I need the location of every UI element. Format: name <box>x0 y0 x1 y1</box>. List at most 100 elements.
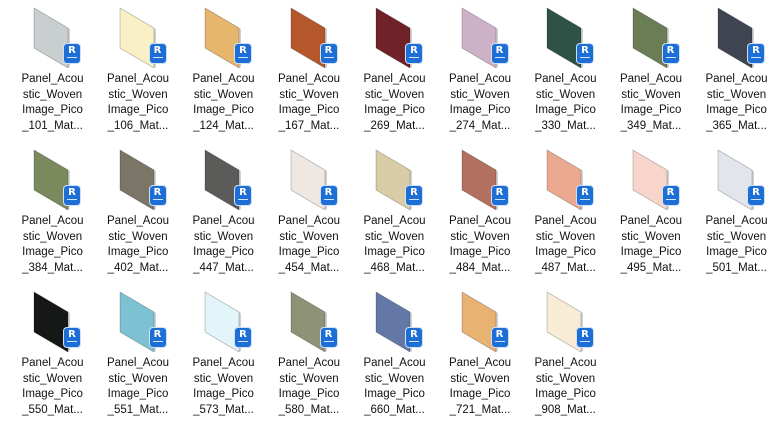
badge-letter: R <box>666 187 675 198</box>
file-name-line: stic_Woven <box>621 88 681 101</box>
file-name-line: Image_Pico <box>364 388 425 400</box>
file-name-label: Panel_Acou stic_Woven Image_Pico _908_Mat..… <box>523 356 608 418</box>
file-name-label: Panel_Acou stic_Woven Image_Pico _551_Mat..… <box>96 356 181 418</box>
badge-letter: R <box>581 329 589 340</box>
file-name-label: Panel_Acou stic_Woven Image_Pico _384_Mat..… <box>10 214 95 276</box>
file-name-line: stic_Woven <box>108 230 168 243</box>
file-name-line: _580_Mat... <box>278 403 340 416</box>
revit-file-icon: R <box>406 44 422 63</box>
file-name-line: _365_Mat... <box>706 119 767 132</box>
file-name-line: Image_Pico <box>364 104 425 116</box>
file-name-line: _167_Mat... <box>278 119 340 132</box>
revit-file-icon: R <box>577 44 593 63</box>
file-item[interactable]: R Panel_Acou stic_Woven Image_Pico _101_Mat.… <box>10 0 95 140</box>
file-name-line: Image_Pico <box>193 246 254 258</box>
file-item[interactable]: R Panel_Acou stic_Woven Image_Pico _487_Mat.… <box>523 142 608 282</box>
file-name-line: Image_Pico <box>278 104 340 116</box>
file-name-label: Panel_Acou stic_Woven Image_Pico _495_Mat..… <box>609 214 694 276</box>
file-name-line: Panel_Acou <box>21 73 84 85</box>
file-name-line: Panel_Acou <box>448 73 512 85</box>
file-name-line: stic_Woven <box>279 372 339 385</box>
badge-letter: R <box>324 45 333 56</box>
file-item[interactable]: R Panel_Acou stic_Woven Image_Pico _580_Mat.… <box>267 284 352 424</box>
file-item[interactable]: R Panel_Acou stic_Woven Image_Pico _124_Mat.… <box>181 0 266 140</box>
file-name-line: stic_Woven <box>22 372 83 385</box>
file-name-line: Panel_Acou <box>619 73 683 85</box>
file-item[interactable]: R Panel_Acou stic_Woven Image_Pico _721_Mat.… <box>438 284 523 424</box>
file-item[interactable]: R Panel_Acou stic_Woven Image_Pico _484_Mat.… <box>438 142 523 282</box>
file-item[interactable]: R Panel_Acou stic_Woven Image_Pico _660_Mat.… <box>352 284 437 424</box>
file-item[interactable]: R Panel_Acou stic_Woven Image_Pico _573_Mat.… <box>181 284 266 424</box>
file-name-line: stic_Woven <box>621 230 681 243</box>
file-name-line: stic_Woven <box>364 372 425 385</box>
file-item[interactable]: R Panel_Acou stic_Woven Image_Pico _349_Mat.… <box>609 0 694 140</box>
file-name-line: Image_Pico <box>449 104 511 116</box>
file-name-label: Panel_Acou stic_Woven Image_Pico _365_Mat..… <box>694 72 772 134</box>
badge-letter: R <box>239 187 247 198</box>
file-name-line: Image_Pico <box>706 246 767 258</box>
file-name-line: _551_Mat... <box>107 403 169 416</box>
file-item[interactable]: R Panel_Acou stic_Woven Image_Pico _384_Mat.… <box>10 142 95 282</box>
file-item[interactable]: R Panel_Acou stic_Woven Image_Pico _274_Mat.… <box>438 0 523 140</box>
revit-file-icon: R <box>64 328 80 347</box>
revit-file-icon: R <box>320 328 337 347</box>
file-name-line: Image_Pico <box>22 104 83 116</box>
file-name-line: Panel_Acou <box>363 357 426 369</box>
file-item[interactable]: R Panel_Acou stic_Woven Image_Pico _365_Mat.… <box>694 0 772 140</box>
file-name-line: _402_Mat... <box>107 261 169 274</box>
file-name-line: Panel_Acou <box>21 357 84 369</box>
file-name-line: stic_Woven <box>108 88 168 101</box>
file-name-line: _124_Mat... <box>193 119 254 132</box>
file-name-line: Panel_Acou <box>277 73 341 85</box>
badge-letter: R <box>752 187 760 198</box>
file-item[interactable]: R Panel_Acou stic_Woven Image_Pico _402_Mat.… <box>96 142 181 282</box>
badge-letter: R <box>239 45 247 56</box>
file-name-line: Panel_Acou <box>106 215 170 227</box>
revit-file-icon: R <box>64 44 80 63</box>
file-name-line: _501_Mat... <box>706 261 767 274</box>
file-name-line: _468_Mat... <box>364 261 425 274</box>
file-name-line: Image_Pico <box>278 246 340 258</box>
file-name-line: Panel_Acou <box>106 73 170 85</box>
file-name-line: Panel_Acou <box>192 215 255 227</box>
file-item[interactable]: R Panel_Acou stic_Woven Image_Pico _550_Mat.… <box>10 284 95 424</box>
file-item[interactable]: R Panel_Acou stic_Woven Image_Pico _447_Mat.… <box>181 142 266 282</box>
file-name-line: Panel_Acou <box>705 73 768 85</box>
file-name-label: Panel_Acou stic_Woven Image_Pico _550_Mat..… <box>10 356 95 418</box>
file-name-label: Panel_Acou stic_Woven Image_Pico _573_Mat..… <box>181 356 266 418</box>
file-name-line: Panel_Acou <box>277 357 341 369</box>
file-name-line: _454_Mat... <box>278 261 340 274</box>
file-name-line: Image_Pico <box>620 104 682 116</box>
file-name-line: _384_Mat... <box>22 261 83 274</box>
file-name-line: stic_Woven <box>108 372 168 385</box>
file-name-line: Image_Pico <box>22 246 83 258</box>
file-item[interactable]: R Panel_Acou stic_Woven Image_Pico _330_Mat.… <box>523 0 608 140</box>
file-name-line: _573_Mat... <box>193 403 254 416</box>
file-name-line: Image_Pico <box>449 246 511 258</box>
file-item[interactable]: R Panel_Acou stic_Woven Image_Pico _495_Mat.… <box>609 142 694 282</box>
file-name-line: Panel_Acou <box>534 73 597 85</box>
file-name-line: _106_Mat... <box>107 119 169 132</box>
file-item[interactable]: R Panel_Acou stic_Woven Image_Pico _106_Mat.… <box>96 0 181 140</box>
file-item[interactable]: R Panel_Acou stic_Woven Image_Pico _908_Mat.… <box>523 284 608 424</box>
file-item[interactable]: R Panel_Acou stic_Woven Image_Pico _501_Mat.… <box>694 142 772 282</box>
badge-letter: R <box>666 45 675 56</box>
file-item[interactable]: R Panel_Acou stic_Woven Image_Pico _454_Mat.… <box>267 142 352 282</box>
badge-letter: R <box>495 329 504 340</box>
file-item[interactable]: R Panel_Acou stic_Woven Image_Pico _468_Mat.… <box>352 142 437 282</box>
revit-file-icon: R <box>149 328 166 347</box>
badge-letter: R <box>410 45 418 56</box>
file-item[interactable]: R Panel_Acou stic_Woven Image_Pico _167_Mat.… <box>267 0 352 140</box>
file-item[interactable]: R Panel_Acou stic_Woven Image_Pico _269_Mat.… <box>352 0 437 140</box>
file-name-line: _495_Mat... <box>620 261 682 274</box>
file-name-label: Panel_Acou stic_Woven Image_Pico _468_Mat..… <box>352 214 437 276</box>
file-name-line: Image_Pico <box>22 388 83 400</box>
badge-letter: R <box>153 45 162 56</box>
file-name-line: Panel_Acou <box>21 215 84 227</box>
file-name-line: Panel_Acou <box>106 357 170 369</box>
file-name-line: _101_Mat... <box>22 119 83 132</box>
file-name-line: Panel_Acou <box>448 215 512 227</box>
revit-file-icon: R <box>320 186 337 205</box>
revit-file-icon: R <box>320 44 337 63</box>
file-item[interactable]: R Panel_Acou stic_Woven Image_Pico _551_Mat.… <box>96 284 181 424</box>
